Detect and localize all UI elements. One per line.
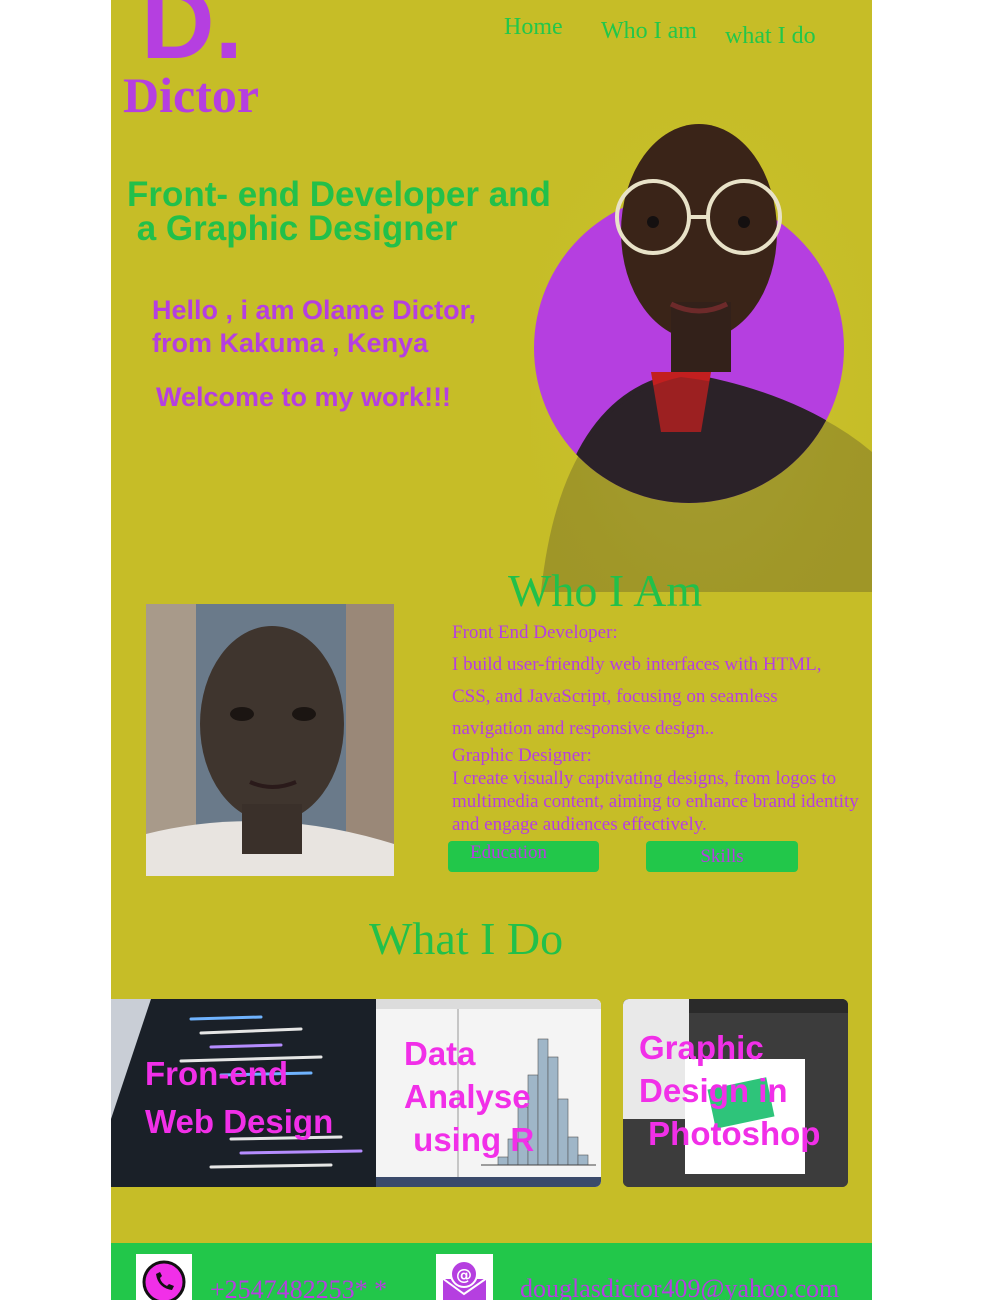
nav-what-i-do-link[interactable]: what I do — [725, 23, 816, 50]
hero-headline-line2: a Graphic Designer — [127, 209, 458, 248]
logo-mark: D. — [141, 0, 243, 80]
who-section-title: Who I Am — [508, 565, 703, 616]
hero-greeting: Hello , i am Olame Dictor, from Kakuma ,… — [152, 294, 552, 360]
bio-designer: Graphic Designer: I create visually capt… — [452, 744, 862, 836]
card-data-label: Data Analyse using R — [404, 1035, 535, 1158]
skills-button[interactable]: Skills — [646, 841, 798, 872]
page: D. Dictor Home Who I am what I do Front-… — [111, 0, 872, 1300]
footer-contact-bar: +2547482253* * @ douglasdictor409@yahoo.… — [111, 1243, 872, 1300]
hero-welcome: Welcome to my work!!! — [156, 382, 452, 412]
svg-text:@: @ — [456, 1265, 472, 1284]
card-graphic-design-photoshop[interactable]: Graphic Design in Photoshop — [623, 999, 848, 1187]
card-frontend-label: Fron-end Web Design — [145, 1055, 334, 1140]
logo-wordmark: Dictor — [123, 67, 260, 123]
phone-number[interactable]: +2547482253* * — [210, 1275, 387, 1300]
email-icon[interactable]: @ — [436, 1254, 493, 1300]
hero-greeting-line1: Hello , i am Olame Dictor, — [152, 295, 477, 325]
hero-headline: Front- end Developer and a Graphic Desig… — [127, 175, 607, 248]
education-button[interactable]: Education — [448, 841, 599, 872]
bio-frontend-text: I build user-friendly web interfaces wit… — [452, 654, 822, 739]
hero-headline-line1: Front- end Developer and — [127, 175, 551, 214]
card-frontend-web-design[interactable]: Fron-end Web Design — [111, 999, 376, 1187]
bio-designer-text: I create visually captivating designs, f… — [452, 768, 859, 835]
hero-portrait-image — [531, 72, 872, 592]
hero-greeting-line2: from Kakuma , Kenya — [152, 328, 429, 358]
nav-home-link[interactable]: Home — [504, 14, 563, 41]
whatsapp-icon[interactable] — [136, 1254, 192, 1300]
bio-frontend: Front End Developer: I build user-friend… — [452, 617, 862, 745]
profile-photo — [146, 604, 394, 876]
email-link[interactable]: douglasdictor409@yahoo.com — [520, 1274, 839, 1300]
what-section-title: What I Do — [369, 913, 564, 964]
card-data-analyse-r[interactable]: Data Analyse using R — [376, 999, 601, 1187]
nav-who-i-am-link[interactable]: Who I am — [601, 18, 697, 45]
card-graphic-label: Graphic Design in Photoshop — [639, 1029, 821, 1152]
bio-designer-title: Graphic Designer: — [452, 745, 592, 766]
bio-frontend-title: Front End Developer: — [452, 622, 618, 643]
